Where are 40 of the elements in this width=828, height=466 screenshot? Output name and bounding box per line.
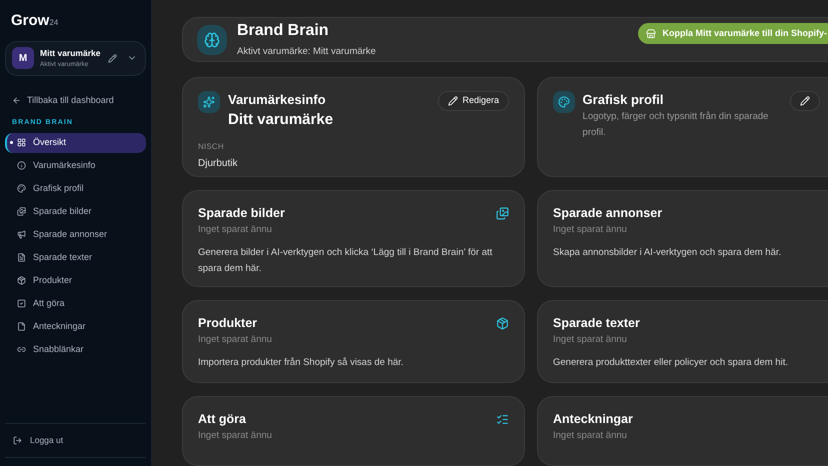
nav-item[interactable]: Grafisk profil — [5, 178, 146, 198]
card-title: Produkter — [198, 315, 258, 332]
edit-button[interactable]: Redigera — [438, 91, 509, 111]
status-text: Inget sparat ännu — [553, 333, 628, 347]
page-title: Brand Brain — [237, 20, 330, 41]
nav-item[interactable]: Sparade bilder — [5, 202, 146, 222]
nav-item[interactable]: Sparade texter — [5, 248, 146, 268]
card-title: Grafisk profil — [582, 91, 664, 109]
nav-item[interactable]: Att göra — [5, 294, 146, 314]
card-description: Importera produkter från Shopify så visas de här. — [198, 356, 404, 370]
status-text: Inget sparat ännu — [198, 223, 273, 237]
back-link[interactable]: Tillbaka till dashboard — [12, 94, 146, 107]
card-description: Logotyp, färger och typsnitt från din sparade profil. — [582, 110, 770, 140]
nav-item[interactable]: Varumärkesinfo — [5, 156, 146, 176]
card-title: Varumärkesinfo — [228, 91, 327, 109]
logout-link[interactable]: Logga ut — [13, 434, 64, 447]
avatar: M — [12, 47, 34, 69]
status-text: Inget sparat ännu — [198, 333, 273, 347]
nav-item[interactable]: Anteckningar — [5, 316, 146, 336]
card-title: Att göra — [198, 411, 246, 428]
card-title: Sparade annonser — [553, 205, 662, 222]
card-description: Skapa annonsbilder i AI-verktygen och spara dem här. — [553, 246, 782, 260]
nav-item[interactable]: Snabblänkar — [5, 340, 146, 360]
nav-item[interactable]: Produkter — [5, 270, 146, 290]
card-title: Sparade texter — [553, 315, 640, 332]
card-description: Generera bilder i AI-verktygen och klicka ‘Lägg till i Brand Brain’ för att spara dem här. — [198, 246, 494, 276]
page-subtitle: Aktivt varumärke: Mitt varumärke — [237, 44, 376, 59]
nav-item[interactable]: Sparade annonser — [5, 224, 146, 244]
status-text: Inget sparat ännu — [553, 223, 628, 237]
status-text: Inget sparat ännu — [553, 429, 628, 443]
field-label: NISCH — [198, 141, 225, 153]
nav-item[interactable]: Översikt — [5, 132, 146, 152]
field-value: Djurbutik — [198, 157, 238, 171]
card-description: Generera produkttexter eller policyer och spara dem hit. — [553, 356, 789, 370]
card-title: Sparade bilder — [198, 205, 285, 222]
status-text: Inget sparat ännu — [198, 429, 273, 443]
brand-name: Ditt varumärke — [228, 110, 334, 130]
brand-name: Mitt varumärke — [40, 46, 100, 60]
logo: Grow24 — [11, 11, 58, 31]
card-title: Anteckningar — [553, 411, 633, 428]
